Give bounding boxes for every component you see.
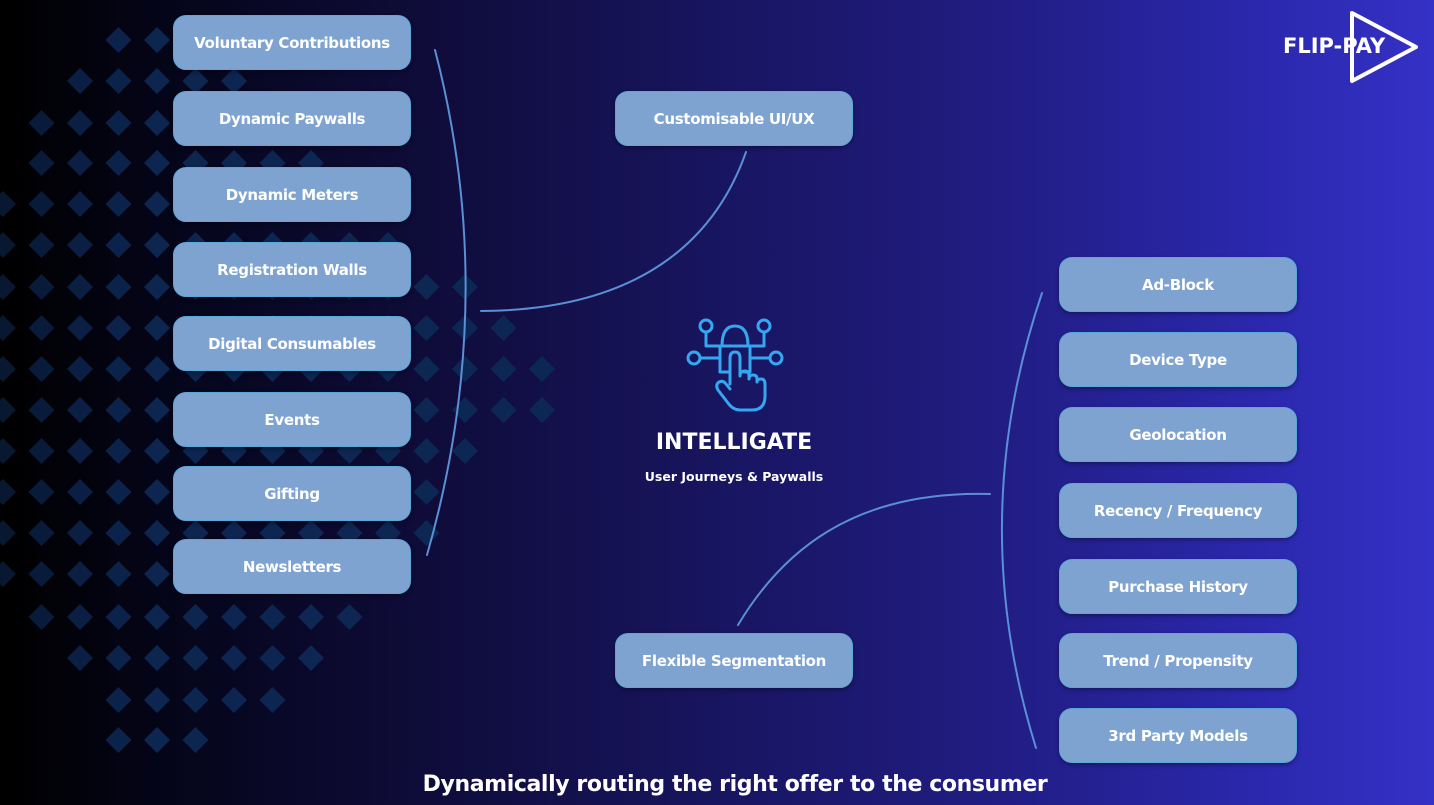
right-node-3rd-party-models[interactable]: 3rd Party Models <box>1059 708 1297 763</box>
node-label: Newsletters <box>242 557 342 576</box>
left-node-digital-consumables[interactable]: Digital Consumables <box>173 316 411 371</box>
left-bracket-curve <box>426 49 467 556</box>
lock-network-touch-icon <box>686 318 784 412</box>
tagline: Dynamically routing the right offer to t… <box>422 772 1048 797</box>
node-label: Digital Consumables <box>208 334 376 353</box>
node-label: Trend / Propensity <box>1103 651 1253 670</box>
node-label: Voluntary Contributions <box>194 33 390 52</box>
node-label: Registration Walls <box>217 260 367 279</box>
right-node-trend-propensity[interactable]: Trend / Propensity <box>1059 633 1297 688</box>
left-node-dynamic-meters[interactable]: Dynamic Meters <box>173 167 411 222</box>
flip-pay-logo: FLIP-PAY <box>1280 10 1420 84</box>
right-node-purchase-history[interactable]: Purchase History <box>1059 559 1297 614</box>
right-to-bottom-connector <box>737 492 991 626</box>
left-node-registration-walls[interactable]: Registration Walls <box>173 242 411 297</box>
bottom-node-flexible-segmentation[interactable]: Flexible Segmentation <box>615 633 853 688</box>
right-node-geolocation[interactable]: Geolocation <box>1059 407 1297 462</box>
left-node-voluntary-contributions[interactable]: Voluntary Contributions <box>173 15 411 70</box>
center-subtitle: User Journeys & Paywalls <box>644 469 824 484</box>
node-label: Dynamic Paywalls <box>218 109 366 128</box>
node-label: Purchase History <box>1108 577 1248 596</box>
left-node-dynamic-paywalls[interactable]: Dynamic Paywalls <box>173 91 411 146</box>
right-node-device-type[interactable]: Device Type <box>1059 332 1297 387</box>
node-label: Flexible Segmentation <box>641 651 827 670</box>
node-label: Dynamic Meters <box>225 185 359 204</box>
right-node-recency-frequency[interactable]: Recency / Frequency <box>1059 483 1297 538</box>
node-label: Geolocation <box>1129 425 1227 444</box>
right-node-ad-block[interactable]: Ad-Block <box>1059 257 1297 312</box>
node-label: Ad-Block <box>1142 275 1214 294</box>
node-label: Device Type <box>1129 350 1227 369</box>
node-label: Gifting <box>264 484 320 503</box>
left-node-newsletters[interactable]: Newsletters <box>173 539 411 594</box>
left-to-top-connector <box>480 151 747 312</box>
node-label: Events <box>264 410 320 429</box>
logo-text: FLIP-PAY <box>1283 34 1386 58</box>
center-title: INTELLIGATE <box>655 430 813 455</box>
right-bracket-curve <box>1001 292 1043 749</box>
left-node-gifting[interactable]: Gifting <box>173 466 411 521</box>
node-label: 3rd Party Models <box>1108 726 1248 745</box>
left-node-events[interactable]: Events <box>173 392 411 447</box>
top-node-customisable-ui-ux[interactable]: Customisable UI/UX <box>615 91 853 146</box>
node-label: Recency / Frequency <box>1093 501 1263 520</box>
node-label: Customisable UI/UX <box>653 109 815 128</box>
